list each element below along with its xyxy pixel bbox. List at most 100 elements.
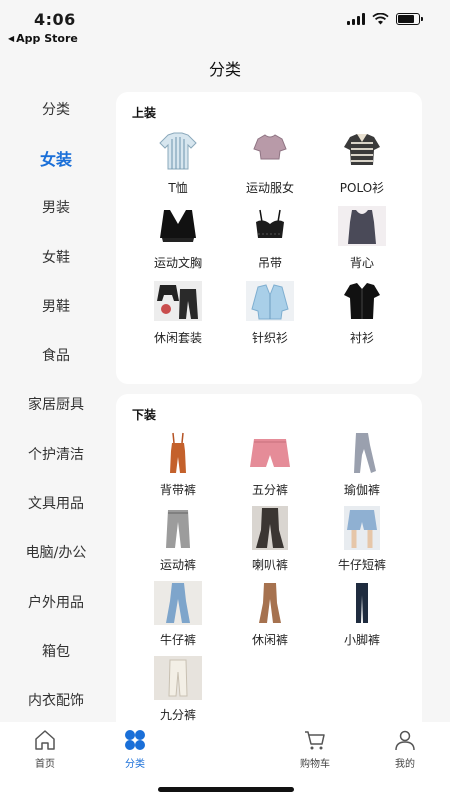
category-icon (125, 730, 145, 750)
page-title: 分类 (208, 60, 241, 79)
wifi-icon (372, 13, 389, 25)
sidebar-item-personal-care[interactable]: 个护清洁 (0, 429, 112, 478)
category-label: 运动服女 (245, 181, 294, 195)
category-label: 五分裤 (251, 483, 288, 497)
camisole-icon (241, 204, 299, 248)
category-cell-yoga-pants[interactable]: 瑜伽裤 (316, 431, 408, 498)
shorts-pink-icon (241, 431, 299, 475)
category-cell-jeans[interactable]: 牛仔裤 (132, 581, 224, 648)
category-cell-casual-set[interactable]: 休闲套装 (132, 279, 224, 346)
category-sidebar: 分类 女装 男装 女鞋 男鞋 食品 家居厨具 个护清洁 文具用品 电脑/办公 户… (0, 84, 112, 724)
category-cell-denim-shorts[interactable]: 牛仔短裤 (316, 506, 408, 573)
home-icon (35, 730, 55, 750)
section-title: 下装 (132, 408, 157, 422)
sidebar-item-underwear-accessories[interactable]: 内衣配饰 (0, 676, 112, 725)
sidebar-item-mens-shoes[interactable]: 男鞋 (0, 281, 112, 330)
casual-set-icon (149, 279, 207, 323)
category-label: 牛仔短裤 (337, 558, 386, 572)
status-bar: 4:06 ◀ App Store (0, 0, 450, 46)
category-cell-shirt[interactable]: 衬衫 (316, 279, 408, 346)
category-label: 小脚裤 (343, 633, 380, 647)
category-cell-flare-pants[interactable]: 喇叭裤 (224, 506, 316, 573)
category-label: T恤 (168, 181, 188, 195)
category-cell-sweatpants[interactable]: 运动裤 (132, 506, 224, 573)
tab-label: 购物车 (300, 759, 330, 770)
skinny-pants-icon (333, 581, 391, 625)
category-label: 衬衫 (349, 331, 374, 345)
tab-empty (180, 722, 270, 774)
category-label: 吊带 (257, 256, 282, 270)
category-content: 上装 T恤 运动服女 POLO衫 运动文胸 吊带 背心 休闲套装 针织衫 衬衫 … (116, 92, 422, 722)
tab-label: 分类 (125, 759, 145, 770)
overalls-icon (149, 431, 207, 475)
crop-top-icon (241, 129, 299, 173)
category-cell-sportswear[interactable]: 运动服女 (224, 129, 316, 196)
section-title: 上装 (132, 106, 157, 120)
denim-shorts-icon (333, 506, 391, 550)
flare-pants-icon (241, 506, 299, 550)
category-cell-sports-bra[interactable]: 运动文胸 (132, 204, 224, 271)
back-to-app-store[interactable]: ◀ App Store (8, 32, 78, 45)
category-label: 牛仔裤 (159, 633, 196, 647)
tab-label: 我的 (395, 759, 415, 770)
category-cell-overalls[interactable]: 背带裤 (132, 431, 224, 498)
status-icons (347, 13, 423, 25)
category-label: 运动文胸 (153, 256, 202, 270)
sidebar-item-womens-shoes[interactable]: 女鞋 (0, 232, 112, 281)
yoga-pants-icon (333, 431, 391, 475)
category-cell-tank-top[interactable]: 背心 (316, 204, 408, 271)
category-cell-casual-pants[interactable]: 休闲裤 (224, 581, 316, 648)
tab-cart[interactable]: 购物车 (270, 722, 360, 774)
bottom-tab-bar: 首页 分类 购物车 我的 (0, 722, 450, 774)
category-cell-camisole[interactable]: 吊带 (224, 204, 316, 271)
tab-category[interactable]: 分类 (90, 722, 180, 774)
category-label: 休闲套装 (153, 331, 202, 345)
category-cell-shorts[interactable]: 五分裤 (224, 431, 316, 498)
jeans-icon (149, 581, 207, 625)
section-tops: 上装 T恤 运动服女 POLO衫 运动文胸 吊带 背心 休闲套装 针织衫 衬衫 (116, 92, 422, 384)
casual-pants-icon (241, 581, 299, 625)
sidebar-item-outdoor[interactable]: 户外用品 (0, 577, 112, 626)
black-shirt-icon (333, 279, 391, 323)
tab-home[interactable]: 首页 (0, 722, 90, 774)
category-label: 针织衫 (251, 331, 288, 345)
category-label: 背心 (349, 256, 374, 270)
category-cell-knitwear[interactable]: 针织衫 (224, 279, 316, 346)
category-cell-tshirt[interactable]: T恤 (132, 129, 224, 196)
category-label: 喇叭裤 (251, 558, 288, 572)
home-indicator[interactable] (158, 787, 294, 792)
user-icon (395, 730, 415, 751)
tank-top-icon (333, 204, 391, 248)
category-cell-skinny-pants[interactable]: 小脚裤 (316, 581, 408, 648)
back-arrow-icon: ◀ (8, 34, 15, 43)
section-bottoms: 下装 背带裤 五分裤 瑜伽裤 运动裤 喇叭裤 牛仔短裤 牛仔裤 休闲裤 小脚裤 … (116, 394, 422, 722)
sidebar-item-category[interactable]: 分类 (0, 84, 112, 133)
sidebar-item-computer-office[interactable]: 电脑/办公 (0, 528, 112, 577)
category-label: 休闲裤 (251, 633, 288, 647)
battery-icon (396, 13, 423, 25)
category-label: POLO衫 (339, 181, 385, 195)
sidebar-item-bags[interactable]: 箱包 (0, 626, 112, 675)
category-cell-cropped-pants[interactable]: 九分裤 (132, 656, 224, 722)
shirt-striped-icon (149, 129, 207, 173)
category-label: 运动裤 (159, 558, 196, 572)
sidebar-item-mens-clothing[interactable]: 男装 (0, 183, 112, 232)
sidebar-item-home-kitchen[interactable]: 家居厨具 (0, 380, 112, 429)
category-cell-polo[interactable]: POLO衫 (316, 129, 408, 196)
sweatpants-icon (149, 506, 207, 550)
sidebar-item-food[interactable]: 食品 (0, 330, 112, 379)
sidebar-item-womens-clothing[interactable]: 女装 (0, 133, 112, 182)
status-time: 4:06 (34, 10, 76, 29)
back-app-label: App Store (16, 32, 78, 45)
category-label: 背带裤 (159, 483, 196, 497)
tab-profile[interactable]: 我的 (360, 722, 450, 774)
cardigan-icon (241, 279, 299, 323)
category-label: 九分裤 (159, 708, 196, 722)
tab-label: 首页 (35, 759, 55, 770)
sports-bra-icon (149, 204, 207, 248)
sidebar-item-stationery[interactable]: 文具用品 (0, 478, 112, 527)
cellular-signal-icon (347, 13, 365, 25)
cart-icon (305, 731, 325, 750)
category-label: 瑜伽裤 (343, 483, 380, 497)
polo-shirt-icon (333, 129, 391, 173)
